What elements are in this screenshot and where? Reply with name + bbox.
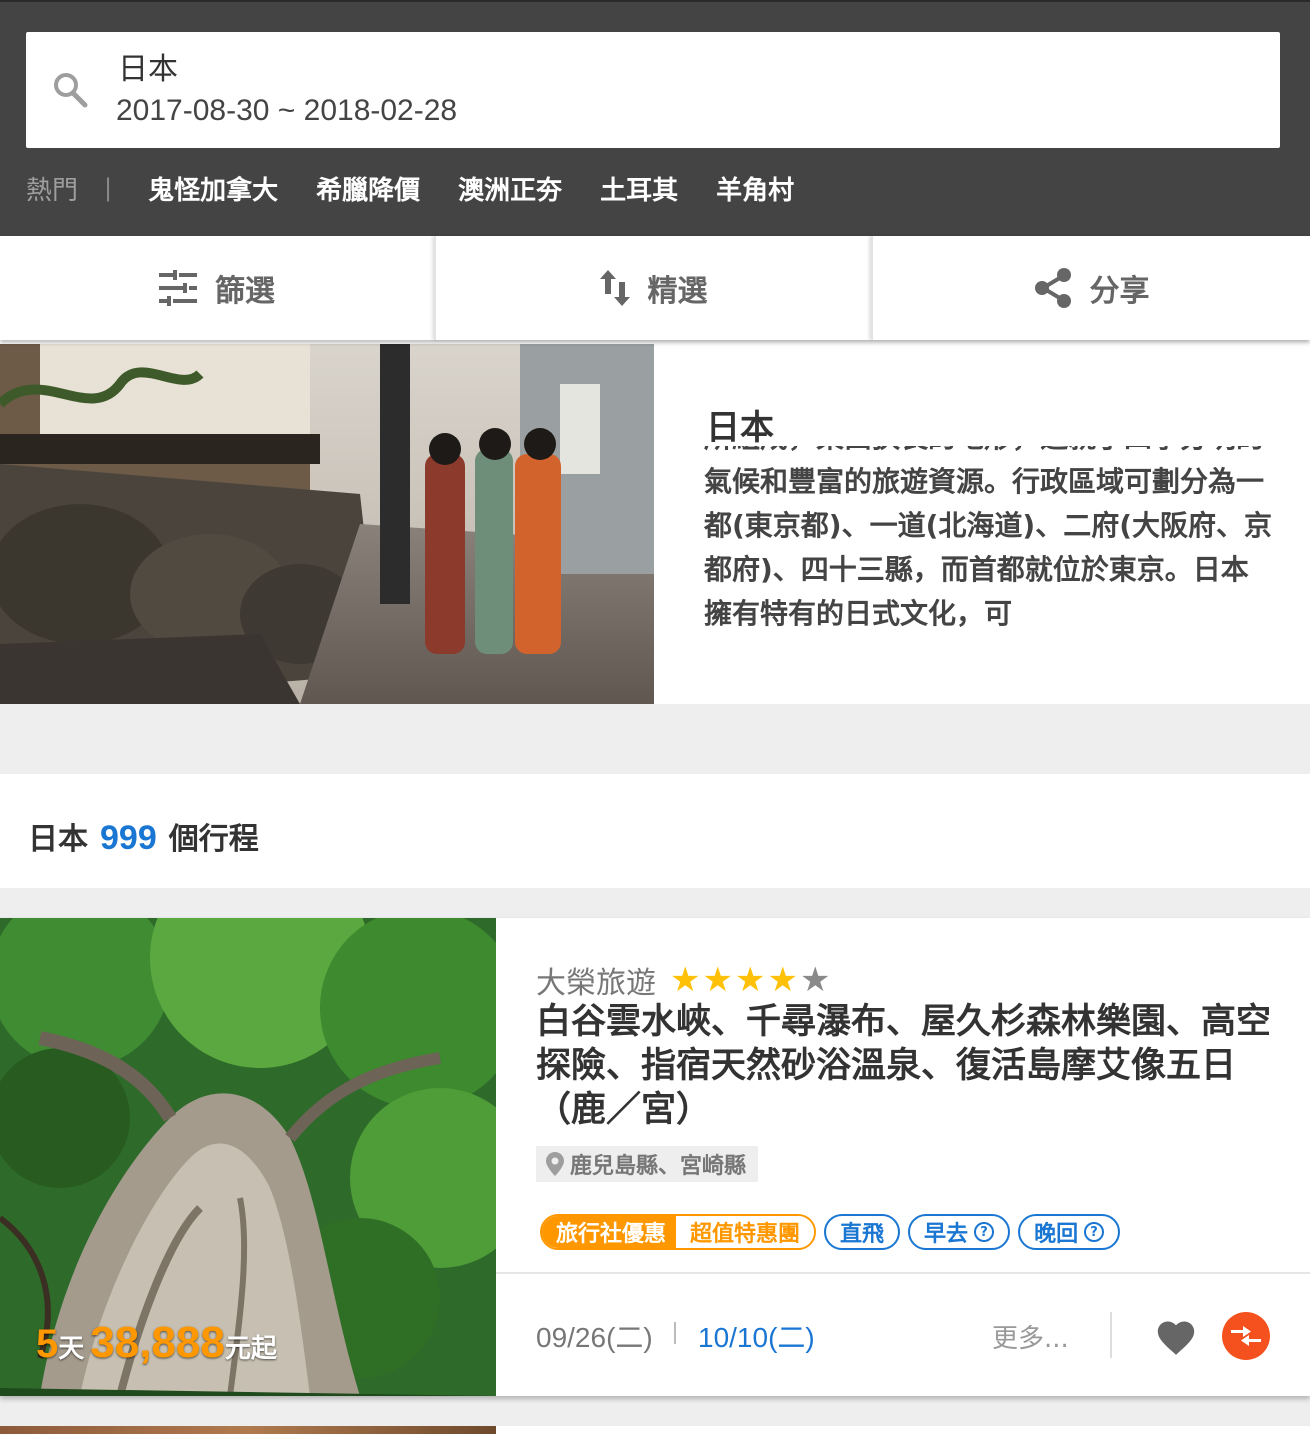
sort-icon: [599, 270, 630, 306]
tour-days-number: 5: [36, 1322, 59, 1366]
result-count: 日本 999 個行程: [28, 814, 259, 858]
date-separator: [674, 1322, 676, 1344]
help-icon[interactable]: ?: [1084, 1222, 1105, 1242]
heart-icon[interactable]: [1154, 1316, 1198, 1356]
compare-icon: [1231, 1326, 1261, 1346]
hot-separator: |: [104, 174, 113, 202]
star-filled-icon: ★: [767, 960, 800, 1000]
early-departure-label: 早去: [924, 1222, 969, 1247]
hot-link[interactable]: 土耳其: [600, 170, 678, 207]
search-destination[interactable]: 日本: [118, 44, 178, 88]
tour-location: 鹿兒島縣、宮崎縣: [536, 1146, 759, 1182]
share-icon: [1034, 268, 1071, 308]
direct-flight-tag: 直飛: [824, 1214, 901, 1250]
toolbar: 篩選 精選 分享: [0, 236, 1310, 340]
search-date-range[interactable]: 2017-08-30 ~ 2018-02-28: [116, 94, 457, 128]
special-group-tag: 超值特惠團: [676, 1216, 815, 1248]
compare-button[interactable]: [1222, 1312, 1270, 1360]
tour-price: 5 天 38,888 元起: [36, 1318, 277, 1368]
tour-tags: 旅行社優惠 超值特惠團 直飛 早去 ? 晚回 ?: [540, 1214, 1128, 1250]
rating-stars: ★★★★★: [670, 960, 832, 1000]
sort-label: 精選: [647, 274, 708, 309]
agency-name: 大榮旅遊: [536, 966, 656, 1001]
filter-label: 篩選: [215, 274, 275, 309]
tour-price-amount: 38,888: [90, 1318, 225, 1367]
star-filled-icon: ★: [734, 960, 768, 1000]
location-text: 鹿兒島縣、宮崎縣: [570, 1154, 747, 1179]
late-return-label: 晚回: [1034, 1222, 1079, 1247]
early-departure-tag[interactable]: 早去 ?: [908, 1214, 1011, 1250]
hot-link[interactable]: 羊角村: [716, 170, 794, 207]
filter-icon: [159, 270, 197, 306]
tour-title[interactable]: 白谷雲水峽、千尋瀑布、屋久杉森林樂園、高空探險、指宿天然砂浴溫泉、復活島摩艾像五…: [536, 1000, 1276, 1132]
next-tour-photo: [0, 1426, 496, 1434]
hot-link[interactable]: 澳洲正夯: [458, 170, 562, 207]
tour-price-suffix: 元起: [224, 1334, 277, 1364]
hot-link[interactable]: 希臘降價: [316, 170, 420, 207]
result-count-suffix: 個行程: [168, 822, 259, 857]
search-icon[interactable]: [50, 70, 90, 110]
sort-button[interactable]: 精選: [434, 236, 871, 340]
action-divider: [1110, 1312, 1112, 1358]
tour-agency: 大榮旅遊 ★★★★★: [536, 958, 832, 1002]
hot-destinations: 熱門 | 鬼怪加拿大 希臘降價 澳洲正夯 土耳其 羊角村: [26, 168, 832, 208]
star-empty-icon: ★: [799, 960, 833, 1000]
result-count-number: 999: [100, 819, 157, 857]
intro-description: 所組成，東西狹長的地形，造就了四季分明的氣候和豐富的旅遊資源。行政區域可劃分為一…: [704, 446, 1272, 630]
tour-days-unit: 天: [58, 1334, 85, 1364]
intro-photo: [0, 344, 654, 704]
help-icon[interactable]: ?: [974, 1222, 995, 1242]
location-pin-icon: [546, 1152, 564, 1176]
more-dates-link[interactable]: 更多...: [992, 1318, 1069, 1355]
card-divider: [496, 1272, 1310, 1274]
intro-text-container: 所組成，東西狹長的地形，造就了四季分明的氣候和豐富的旅遊資源。行政區域可劃分為一…: [704, 446, 1274, 656]
departure-date[interactable]: 10/10(二): [698, 1316, 815, 1356]
hot-label: 熱門: [26, 175, 79, 206]
search-box[interactable]: [26, 32, 1280, 148]
result-destination: 日本: [28, 822, 88, 857]
filter-button[interactable]: 篩選: [0, 236, 434, 340]
star-filled-icon: ★: [702, 960, 735, 1000]
share-label: 分享: [1089, 274, 1150, 309]
late-return-tag[interactable]: 晚回 ?: [1018, 1214, 1121, 1250]
direct-flight-label: 直飛: [840, 1222, 885, 1247]
promo-tag: 旅行社優惠 超值特惠團: [540, 1214, 817, 1250]
agency-offer-tag: 旅行社優惠: [542, 1216, 677, 1248]
hot-link[interactable]: 鬼怪加拿大: [148, 170, 278, 207]
intro-title: 日本: [706, 408, 774, 448]
departure-date[interactable]: 09/26(二): [536, 1316, 653, 1356]
star-filled-icon: ★: [670, 960, 703, 1000]
share-button[interactable]: 分享: [871, 236, 1310, 340]
